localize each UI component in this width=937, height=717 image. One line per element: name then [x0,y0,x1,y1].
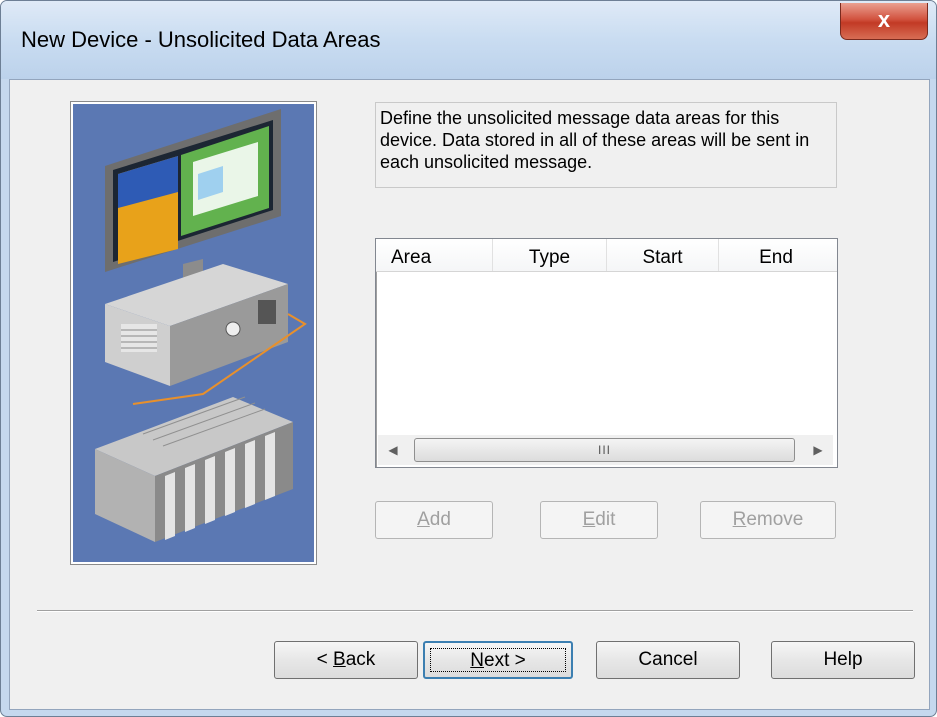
close-button[interactable]: x [840,3,928,40]
list-header: Area Type Start End [376,239,837,272]
close-icon: x [877,7,891,32]
help-button[interactable]: Help [771,641,915,679]
scroll-thumb[interactable]: III [414,438,795,462]
data-areas-list[interactable]: Area Type Start End ◀ III ▶ [375,238,838,468]
pc-plc-illustration-icon [70,101,317,565]
edit-button[interactable]: Edit [540,501,658,539]
title-bar[interactable]: New Device - Unsolicited Data Areas x [1,1,936,79]
column-header-type[interactable]: Type [493,239,607,271]
column-header-area[interactable]: Area [376,239,493,271]
description-text: Define the unsolicited message data area… [375,102,837,188]
cancel-button[interactable]: Cancel [596,641,740,679]
column-header-end[interactable]: End [719,239,833,271]
focus-rect: Next > [430,648,566,672]
remove-button[interactable]: Remove [700,501,836,539]
column-header-start[interactable]: Start [607,239,719,271]
scroll-left-icon[interactable]: ◀ [378,435,408,465]
back-button[interactable]: < Back [274,641,418,679]
window-title: New Device - Unsolicited Data Areas [21,27,381,52]
footer-separator [37,610,913,612]
horizontal-scrollbar[interactable]: ◀ III ▶ [378,435,833,465]
dialog-client-area: Define the unsolicited message data area… [9,79,930,710]
next-button[interactable]: Next > [423,641,573,679]
add-button[interactable]: Add [375,501,493,539]
dialog-window: New Device - Unsolicited Data Areas x De… [0,0,937,717]
scroll-right-icon[interactable]: ▶ [803,435,833,465]
